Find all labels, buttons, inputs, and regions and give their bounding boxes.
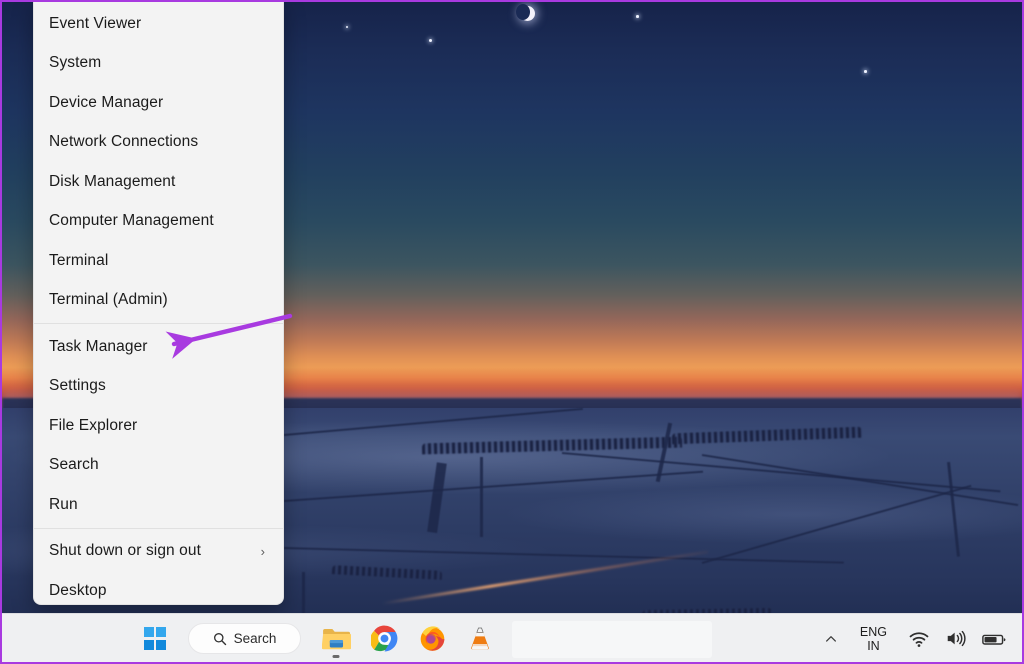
menu-item-label: Network Connections [49, 133, 271, 151]
vlc-cone-icon [468, 625, 492, 652]
language-line-2: IN [867, 639, 880, 653]
chevron-up-icon [824, 632, 838, 646]
menu-item-shut-down-or-sign-out[interactable]: Shut down or sign out› [34, 532, 283, 572]
menu-item-label: Terminal (Admin) [49, 291, 271, 309]
menu-item-label: File Explorer [49, 417, 271, 435]
system-tray: ENG IN [817, 614, 1014, 663]
taskbar-app-vlc[interactable] [459, 618, 501, 660]
star [429, 39, 432, 42]
running-indicator [333, 655, 340, 658]
menu-item-label: System [49, 54, 271, 72]
menu-item-label: Task Manager [49, 338, 271, 356]
taskbar[interactable]: Search [2, 613, 1022, 662]
search-label: Search [234, 631, 277, 646]
power-user-menu[interactable]: Event Viewer System Device Manager Network … [33, 0, 284, 605]
menu-item-system[interactable]: System [34, 44, 283, 84]
menu-item-label: Device Manager [49, 94, 271, 112]
taskbar-center-group: Search [134, 614, 501, 663]
field-wall [302, 572, 305, 613]
tray-language-indicator[interactable]: ENG IN [847, 619, 900, 659]
taskbar-app-chrome[interactable] [363, 618, 405, 660]
chrome-icon [371, 625, 398, 652]
star [346, 26, 348, 28]
firefox-icon [419, 625, 446, 652]
menu-item-run[interactable]: Run [34, 485, 283, 525]
language-line-1: ENG [860, 625, 887, 639]
menu-item-settings[interactable]: Settings [34, 367, 283, 407]
menu-item-label: Event Viewer [49, 15, 271, 33]
menu-item-computer-management[interactable]: Computer Management [34, 202, 283, 242]
tray-volume-button[interactable] [938, 619, 973, 659]
file-explorer-icon [322, 626, 351, 651]
wifi-icon [909, 630, 929, 648]
start-button[interactable] [134, 618, 176, 660]
taskbar-app-firefox[interactable] [411, 618, 453, 660]
tray-overflow-button[interactable] [817, 619, 845, 659]
menu-item-device-manager[interactable]: Device Manager [34, 83, 283, 123]
windows-logo-icon [144, 627, 167, 650]
menu-item-desktop[interactable]: Desktop [34, 571, 283, 611]
star [864, 70, 867, 73]
menu-item-label: Terminal [49, 252, 271, 270]
screen: Event Viewer System Device Manager Network … [0, 0, 1024, 664]
menu-item-file-explorer[interactable]: File Explorer [34, 406, 283, 446]
taskbar-search-button[interactable]: Search [188, 623, 301, 654]
field-wall [480, 457, 483, 537]
menu-item-label: Search [49, 456, 271, 474]
menu-separator [34, 528, 283, 529]
menu-item-label: Settings [49, 377, 271, 395]
menu-item-network-connections[interactable]: Network Connections [34, 123, 283, 163]
menu-item-terminal-admin[interactable]: Terminal (Admin) [34, 281, 283, 321]
menu-item-search[interactable]: Search [34, 446, 283, 486]
menu-item-label: Computer Management [49, 212, 271, 230]
menu-item-disk-management[interactable]: Disk Management [34, 162, 283, 202]
menu-item-label: Run [49, 496, 271, 514]
menu-item-label: Shut down or sign out [49, 542, 261, 560]
menu-separator [34, 323, 283, 324]
speaker-icon [945, 629, 966, 648]
search-icon [213, 632, 227, 646]
menu-item-label: Desktop [49, 582, 271, 600]
chevron-right-icon: › [261, 544, 271, 559]
taskbar-open-window-area[interactable] [512, 621, 712, 658]
menu-item-task-manager[interactable]: Task Manager [34, 327, 283, 367]
star [636, 15, 639, 18]
menu-item-event-viewer[interactable]: Event Viewer [34, 4, 283, 44]
menu-item-label: Disk Management [49, 173, 271, 191]
tray-network-button[interactable] [902, 619, 936, 659]
menu-item-terminal[interactable]: Terminal [34, 241, 283, 281]
moon-icon [520, 6, 535, 21]
taskbar-app-file-explorer[interactable] [315, 618, 357, 660]
tray-battery-button[interactable] [975, 619, 1014, 659]
battery-icon [982, 631, 1007, 647]
